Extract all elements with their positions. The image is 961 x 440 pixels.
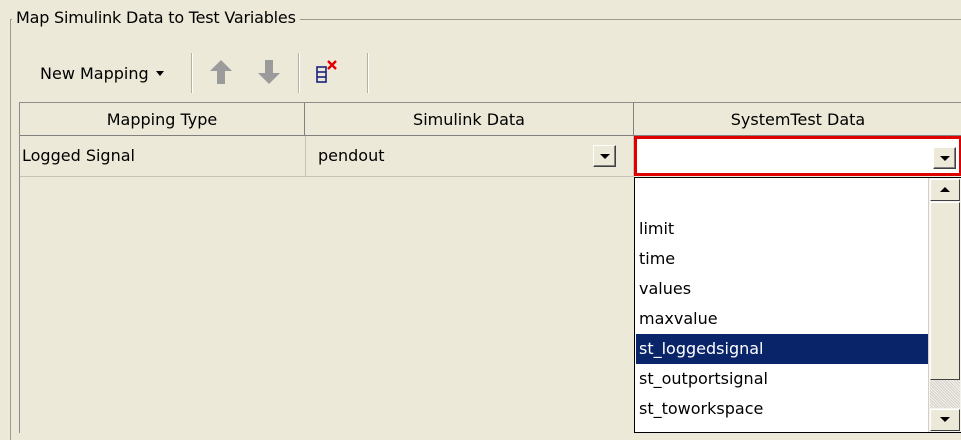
scroll-up-button[interactable] — [930, 179, 960, 201]
dropdown-option[interactable]: time — [636, 244, 929, 274]
caret-down-icon — [155, 70, 164, 76]
systemtest-data-editor[interactable] — [634, 136, 961, 176]
simulink-data-cell[interactable]: pendout — [306, 136, 634, 177]
toolbar-separator — [367, 53, 369, 93]
table-row[interactable]: Logged Signal pendout — [20, 136, 961, 177]
group-title: Map Simulink Data to Test Variables — [12, 8, 300, 27]
dropdown-option[interactable]: maxvalue — [636, 304, 929, 334]
mapping-table: Mapping Type Simulink Data SystemTest Da… — [19, 102, 961, 433]
scrollbar-track[interactable] — [930, 380, 960, 408]
dropdown-option[interactable]: limit — [636, 214, 929, 244]
dropdown-option[interactable]: st_toworkspace — [636, 394, 929, 424]
toolbar: New Mapping — [18, 47, 958, 100]
toolbar-separator — [298, 53, 300, 93]
scrollbar-thumb[interactable] — [930, 202, 960, 380]
move-up-icon[interactable] — [208, 58, 234, 86]
dropdown-option[interactable]: values — [636, 274, 929, 304]
simulink-data-dropdown-button[interactable] — [593, 145, 616, 167]
column-header-systemtest-data[interactable]: SystemTest Data — [634, 103, 961, 136]
simulink-data-value: pendout — [318, 146, 385, 165]
dropdown-scrollbar[interactable] — [928, 178, 961, 432]
chevron-up-icon — [940, 187, 950, 192]
mapping-type-cell[interactable]: Logged Signal — [20, 136, 306, 177]
column-header-simulink-data[interactable]: Simulink Data — [305, 103, 634, 136]
dropdown-option[interactable]: st_outportsignal — [636, 364, 929, 394]
new-mapping-button[interactable]: New Mapping — [20, 51, 186, 95]
move-down-icon[interactable] — [256, 58, 282, 86]
dropdown-option-selected[interactable]: st_loggedsignal — [636, 334, 929, 364]
toolbar-separator — [191, 53, 193, 93]
scroll-down-button[interactable] — [930, 409, 960, 431]
chevron-down-icon — [600, 154, 610, 159]
dropdown-option[interactable] — [636, 178, 929, 208]
chevron-down-icon — [940, 156, 950, 161]
systemtest-data-dropdown-button[interactable] — [933, 147, 956, 169]
systemtest-data-dropdown-list: limit time values maxvalue st_loggedsign… — [634, 177, 961, 433]
column-header-mapping-type[interactable]: Mapping Type — [20, 103, 305, 136]
new-mapping-label: New Mapping — [40, 63, 149, 83]
delete-mapping-icon[interactable] — [314, 58, 340, 86]
chevron-down-icon — [940, 417, 950, 422]
